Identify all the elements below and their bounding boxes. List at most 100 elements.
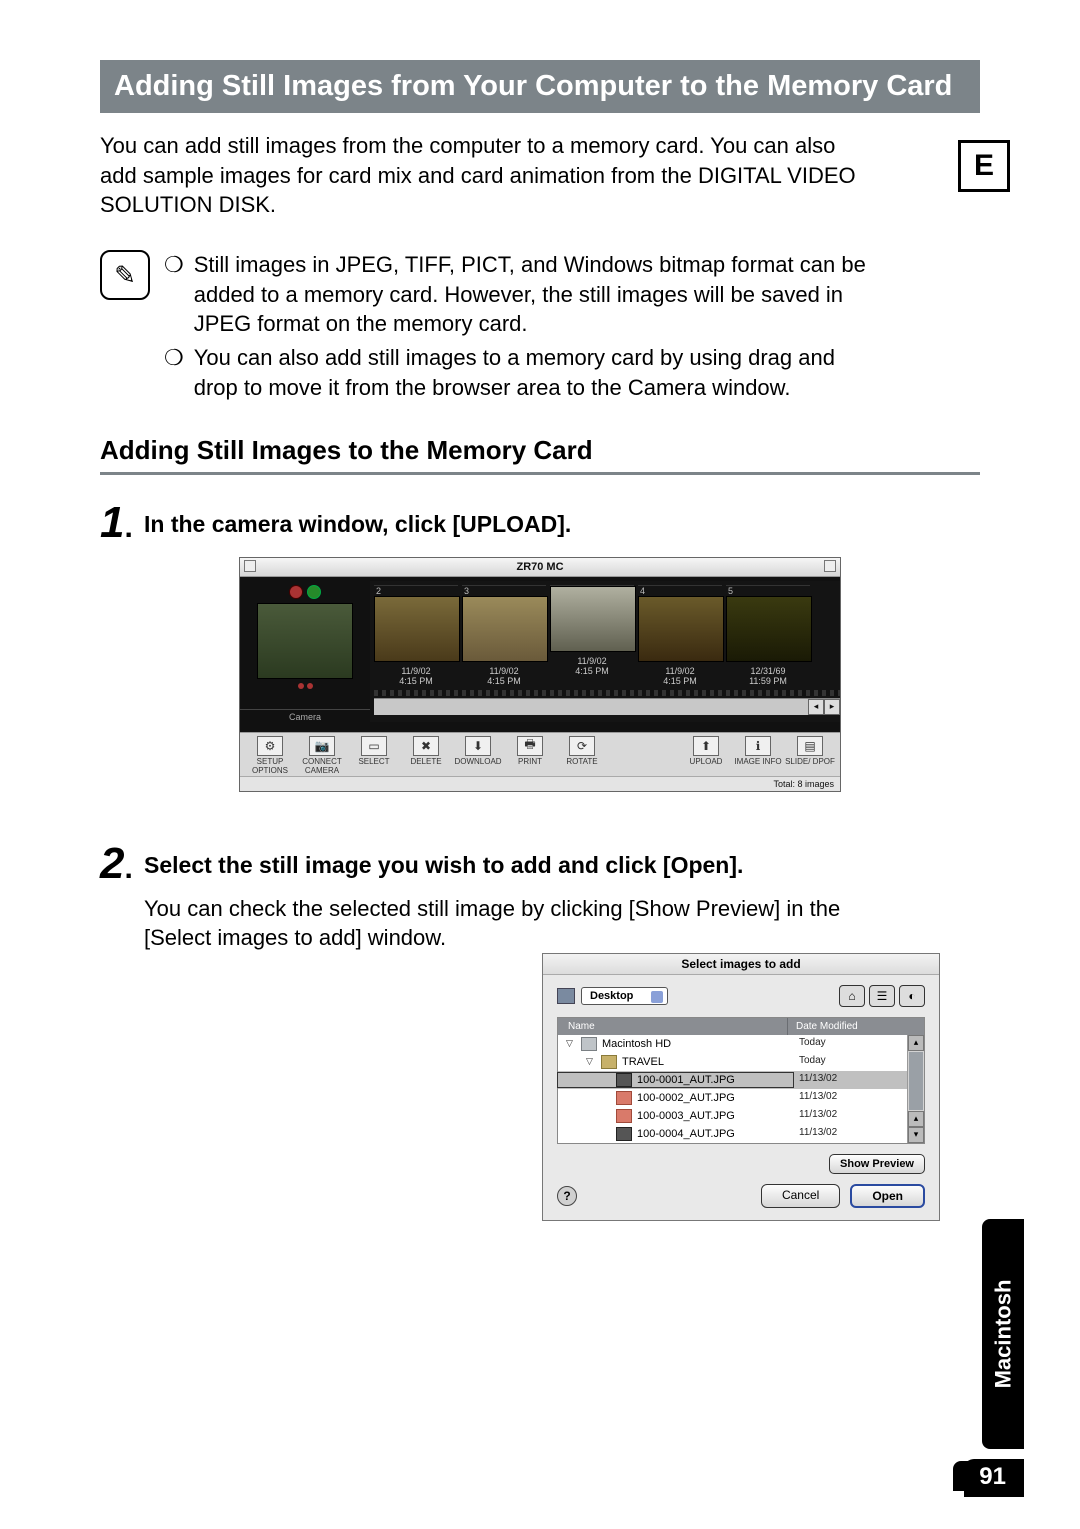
- scroll-left-icon[interactable]: ◂: [808, 699, 824, 715]
- camera-toolbar: ⚙SETUP OPTIONS 📷CONNECT CAMERA ▭SELECT ✖…: [240, 732, 840, 776]
- file-date: 11/13/02: [793, 1109, 907, 1123]
- dot-icon: [307, 683, 313, 689]
- nav-up-icon[interactable]: ⌂: [839, 985, 865, 1007]
- disclosure-icon[interactable]: ▽: [586, 1056, 596, 1067]
- slide-icon: ▤: [797, 736, 823, 756]
- rotate-button[interactable]: ⟳ROTATE: [556, 735, 608, 775]
- file-list: Name Date Modified ▽Macintosh HD Today ▽…: [557, 1017, 925, 1144]
- setup-options-button[interactable]: ⚙SETUP OPTIONS: [244, 735, 296, 775]
- thumb-time: 11:59 PM: [726, 676, 810, 686]
- scroll-thumb[interactable]: [909, 1052, 923, 1110]
- list-item[interactable]: ▽TRAVEL Today: [558, 1053, 907, 1071]
- list-item[interactable]: 100-0002_AUT.JPG 11/13/02: [558, 1089, 907, 1107]
- thumb-index: 2: [374, 585, 458, 596]
- delete-button[interactable]: ✖DELETE: [400, 735, 452, 775]
- thumb-image[interactable]: [374, 596, 460, 662]
- thumbnail[interactable]: 4 11/9/02 4:15 PM: [638, 585, 722, 686]
- file-date: Today: [793, 1055, 907, 1069]
- scroll-right-icon[interactable]: ▸: [824, 699, 840, 715]
- thumb-date: 11/9/02: [374, 666, 458, 676]
- dot-icon: [298, 683, 304, 689]
- camera-titlebar: ZR70 MC: [240, 558, 840, 577]
- record-icon: [289, 585, 303, 599]
- file-date: 11/13/02: [793, 1073, 907, 1087]
- thumbnail[interactable]: 5 12/31/69 11:59 PM: [726, 585, 810, 686]
- list-item[interactable]: 100-0003_AUT.JPG 11/13/02: [558, 1107, 907, 1125]
- thumb-index: 3: [462, 585, 546, 596]
- col-name[interactable]: Name: [558, 1018, 788, 1035]
- select-icon: ▭: [361, 736, 387, 756]
- image-info-button[interactable]: ℹIMAGE INFO: [732, 735, 784, 775]
- dialog-title: Select images to add: [543, 954, 939, 975]
- jpg-icon: [616, 1109, 632, 1123]
- thumbnail[interactable]: 2 11/9/02 4:15 PM: [374, 585, 458, 686]
- desktop-icon: [557, 988, 575, 1004]
- thumb-time: 4:15 PM: [374, 676, 458, 686]
- folder-icon: [601, 1055, 617, 1069]
- show-preview-button[interactable]: Show Preview: [829, 1154, 925, 1174]
- thumbnail-strip: 2 11/9/02 4:15 PM 3 11/9/02 4:15 PM: [370, 581, 840, 722]
- window-zoom-icon[interactable]: [824, 560, 836, 572]
- open-button[interactable]: Open: [850, 1184, 925, 1208]
- jpg-icon: [616, 1073, 632, 1087]
- thumb-image[interactable]: [462, 596, 548, 662]
- file-date: Today: [793, 1037, 907, 1051]
- thumb-time: 4:15 PM: [462, 676, 546, 686]
- download-button[interactable]: ⬇DOWNLOAD: [452, 735, 504, 775]
- nav-favorites-icon[interactable]: ☰: [869, 985, 895, 1007]
- upload-button[interactable]: ⬆UPLOAD: [680, 735, 732, 775]
- thumbnail[interactable]: 3 11/9/02 4:15 PM: [462, 585, 546, 686]
- thumb-time: 4:15 PM: [638, 676, 722, 686]
- thumb-scrollbar[interactable]: ◂ ▸: [374, 698, 840, 715]
- page-number: 91: [953, 1461, 1012, 1491]
- current-image[interactable]: [257, 603, 353, 679]
- gear-icon: ⚙: [257, 736, 283, 756]
- status-icon: [307, 585, 321, 599]
- step-2-number: 2: [100, 839, 124, 888]
- location-dropdown[interactable]: Desktop: [581, 987, 668, 1005]
- print-button[interactable]: 🖶PRINT: [504, 735, 556, 775]
- thumb-index: 5: [726, 585, 810, 596]
- rotate-icon: ⟳: [569, 736, 595, 756]
- bullet-mark: ❍: [164, 250, 184, 339]
- list-item[interactable]: ▽Macintosh HD Today: [558, 1035, 907, 1053]
- nav-recent-icon[interactable]: ◐: [899, 985, 925, 1007]
- step-2-title: Select the still image you wish to add a…: [144, 842, 743, 886]
- connect-camera-button[interactable]: 📷CONNECT CAMERA: [296, 735, 348, 775]
- file-list-scrollbar[interactable]: ▴ ▴ ▾: [907, 1035, 924, 1143]
- jpg-icon: [616, 1127, 632, 1141]
- step-2-body: You can check the selected still image b…: [144, 894, 884, 953]
- delete-icon: ✖: [413, 736, 439, 756]
- thumb-index: 4: [638, 585, 722, 596]
- thumb-date: 11/9/02: [638, 666, 722, 676]
- help-icon[interactable]: ?: [557, 1186, 577, 1206]
- cancel-button[interactable]: Cancel: [761, 1184, 840, 1208]
- window-close-icon[interactable]: [244, 560, 256, 572]
- camera-window: ZR70 MC Camera 2: [239, 557, 841, 792]
- disclosure-icon[interactable]: ▽: [566, 1038, 576, 1049]
- list-item[interactable]: 100-0004_AUT.JPG 11/13/02: [558, 1125, 907, 1143]
- scroll-up-icon[interactable]: ▴: [908, 1035, 924, 1051]
- camera-section-label: Camera: [240, 709, 370, 722]
- slide-dpof-button[interactable]: ▤SLIDE/ DPOF: [784, 735, 836, 775]
- select-images-dialog: Select images to add Desktop ⌂ ☰ ◐ Name …: [542, 953, 940, 1221]
- step-1: 1. In the camera window, click [UPLOAD].: [100, 501, 980, 545]
- thumb-image[interactable]: [550, 586, 636, 652]
- hd-icon: [581, 1037, 597, 1051]
- file-date: 11/13/02: [793, 1127, 907, 1141]
- thumbnail[interactable]: 11/9/02 4:15 PM: [550, 585, 634, 686]
- select-button[interactable]: ▭SELECT: [348, 735, 400, 775]
- thumb-date: 11/9/02: [462, 666, 546, 676]
- camera-status-bar: Total: 8 images: [240, 776, 840, 791]
- thumb-image[interactable]: [726, 596, 812, 662]
- col-date[interactable]: Date Modified: [788, 1018, 924, 1035]
- scroll-up-icon[interactable]: ▴: [908, 1111, 924, 1127]
- step-1-number: 1: [100, 498, 124, 547]
- step-2-dot: .: [124, 852, 132, 885]
- step-1-dot: .: [124, 511, 132, 544]
- list-item[interactable]: 100-0001_AUT.JPG 11/13/02: [558, 1071, 907, 1089]
- upload-icon: ⬆: [693, 736, 719, 756]
- thumb-image[interactable]: [638, 596, 724, 662]
- scroll-down-icon[interactable]: ▾: [908, 1127, 924, 1143]
- thumb-date: 11/9/02: [550, 656, 634, 666]
